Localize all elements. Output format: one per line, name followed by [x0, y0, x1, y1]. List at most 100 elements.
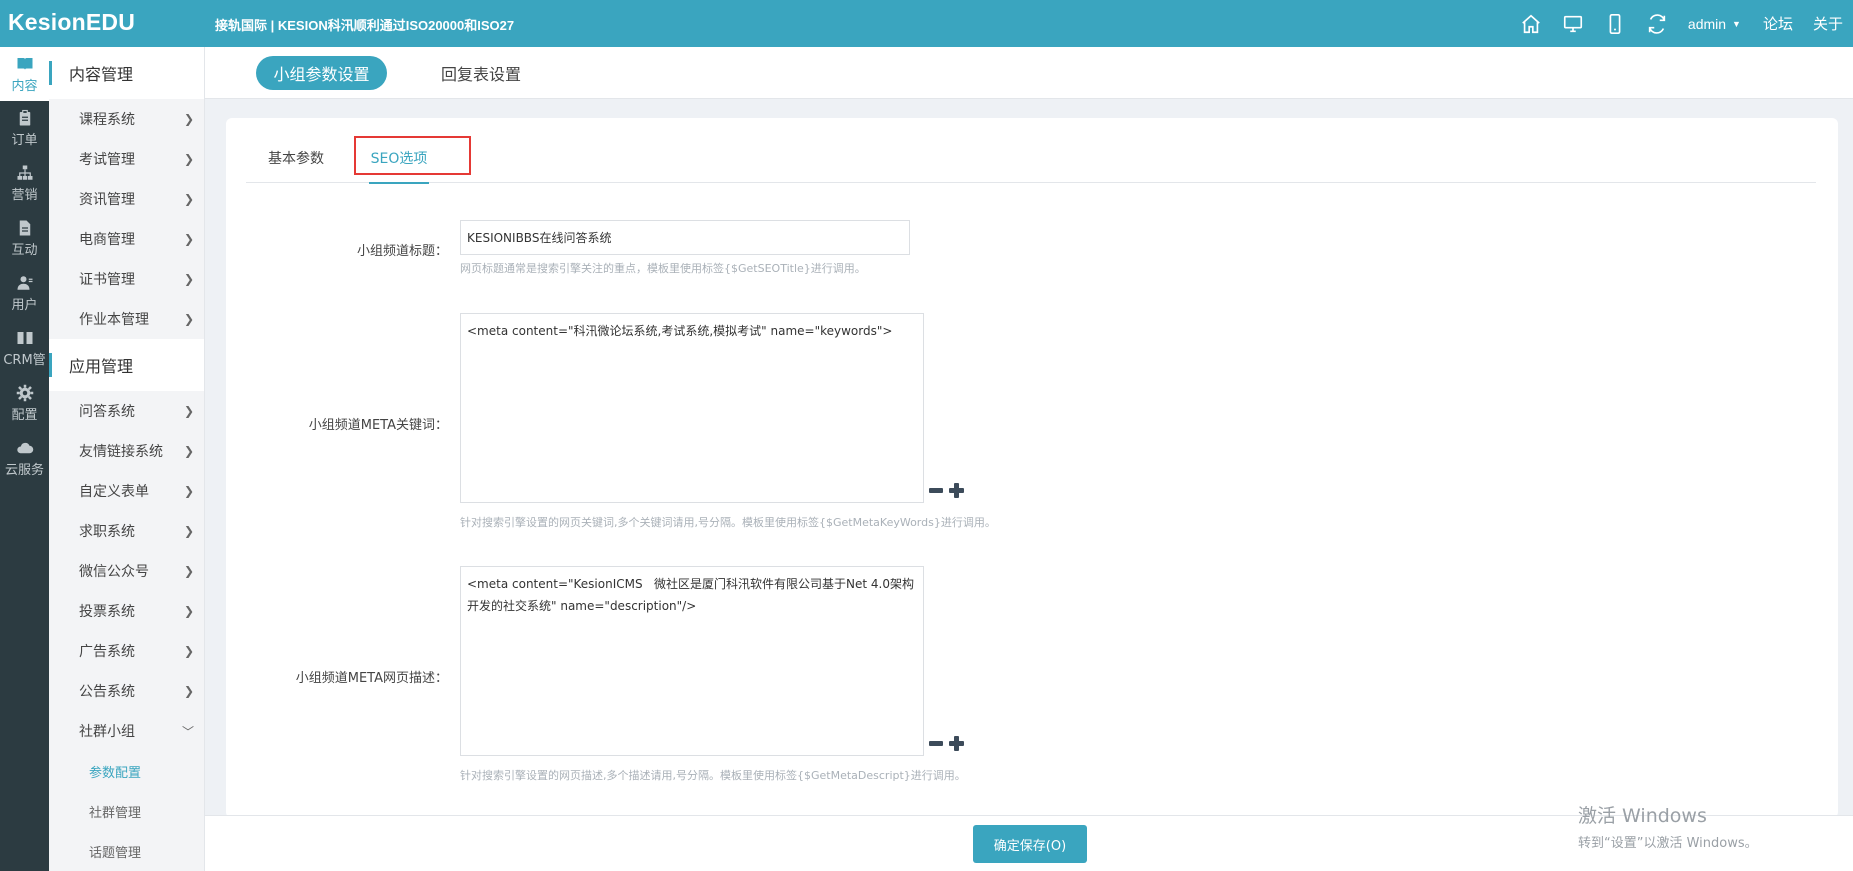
sidebar-item-label: 微信公众号: [79, 564, 149, 580]
chevron-right-icon: ❯: [183, 152, 194, 166]
rail-label: 营销: [11, 188, 38, 203]
chevron-right-icon: ❯: [183, 312, 194, 326]
inner-tabs: 基本参数 SEO选项: [246, 133, 1816, 184]
chevron-right-icon: ❯: [183, 192, 194, 206]
sidebar-item-ads[interactable]: 广告系统 ❯: [49, 631, 204, 671]
sidebar-item-jobs[interactable]: 求职系统 ❯: [49, 511, 204, 551]
shrink-textarea-icon[interactable]: [929, 741, 943, 746]
expand-textarea-icon[interactable]: [949, 483, 964, 498]
sidebar-item-qa[interactable]: 问答系统 ❯: [49, 391, 204, 431]
sidebar-subitem-topic-manage[interactable]: 话题管理: [49, 831, 204, 871]
rail-item-cloud[interactable]: 云服务: [0, 431, 49, 486]
chevron-right-icon: ❯: [183, 484, 194, 498]
sidebar-item-label: 投票系统: [79, 604, 135, 620]
sidebar-item-label: 资讯管理: [79, 192, 135, 208]
refresh-icon[interactable]: [1636, 0, 1678, 47]
user-icon: [17, 276, 32, 290]
sidebar-item-vote[interactable]: 投票系统 ❯: [49, 591, 204, 631]
sidebar-subitem-community-manage[interactable]: 社群管理: [49, 791, 204, 831]
home-icon[interactable]: [1510, 0, 1552, 47]
chevron-right-icon: ❯: [183, 524, 194, 538]
sidebar-item-community[interactable]: 社群小组 ﹀: [49, 711, 204, 751]
rail-label: 互动: [11, 243, 38, 258]
sidebar-item-notice[interactable]: 公告系统 ❯: [49, 671, 204, 711]
title-hint: 网页标题通常是搜索引擎关注的重点，模板里使用标签{$GetSEOTitle}进行…: [460, 262, 866, 275]
rail-item-content[interactable]: 内容: [0, 47, 49, 101]
sidebar-item-label: 求职系统: [79, 524, 135, 540]
mobile-icon[interactable]: [1594, 0, 1636, 47]
sidebar-subitem-params[interactable]: 参数配置: [49, 751, 204, 791]
desktop-icon[interactable]: [1552, 0, 1594, 47]
about-link[interactable]: 关于: [1803, 13, 1853, 34]
sidebar-item-custom-form[interactable]: 自定义表单 ❯: [49, 471, 204, 511]
announcement-marquee[interactable]: 接轨国际 | KESION科汛顺利通过ISO20000和ISO27: [215, 15, 515, 33]
rail-label: CRM管: [3, 353, 46, 368]
keywords-resize-controls: [929, 483, 964, 498]
rail-item-marketing[interactable]: 营销: [0, 156, 49, 211]
sidebar-item-ecommerce[interactable]: 电商管理 ❯: [49, 219, 204, 259]
secondary-sidebar: 内容管理 课程系统 ❯ 考试管理 ❯ 资讯管理 ❯ 电商管理 ❯ 证书管理 ❯ 作业本管理…: [49, 47, 205, 871]
cloud-icon: [16, 442, 33, 454]
sidebar-item-certificate[interactable]: 证书管理 ❯: [49, 259, 204, 299]
book-icon: [17, 57, 32, 70]
sidebar-item-wechat[interactable]: 微信公众号 ❯: [49, 551, 204, 591]
sidebar-item-exam[interactable]: 考试管理 ❯: [49, 139, 204, 179]
chevron-right-icon: ❯: [183, 112, 194, 126]
shrink-textarea-icon[interactable]: [929, 488, 943, 493]
sidebar-item-label: 作业本管理: [79, 312, 149, 328]
book-open-icon: [17, 332, 32, 344]
description-label: 小组频道META网页描述：: [295, 671, 448, 686]
brand-logo[interactable]: KesionEDU: [8, 9, 135, 36]
sidebar-item-label: 证书管理: [79, 272, 135, 288]
sidebar-item-label: 考试管理: [79, 152, 135, 168]
sidebar-item-label: 广告系统: [79, 644, 135, 660]
rail-label: 内容: [11, 78, 38, 94]
rail-label: 配置: [11, 408, 38, 423]
sidebar-item-label: 电商管理: [79, 232, 135, 248]
chevron-right-icon: ❯: [183, 604, 194, 618]
sitemap-icon: [17, 165, 32, 180]
watermark-line2: 转到“设置”以激活 Windows。: [1578, 836, 1758, 851]
chevron-right-icon: ❯: [183, 564, 194, 578]
title-label: 小组频道标题：: [356, 244, 448, 259]
sidebar-group-content-list: 课程系统 ❯ 考试管理 ❯ 资讯管理 ❯ 电商管理 ❯ 证书管理 ❯ 作业本管理 ❯: [49, 99, 204, 339]
rail-label: 云服务: [4, 463, 44, 478]
admin-user-menu[interactable]: admin ▼: [1678, 16, 1753, 32]
sidebar-item-label: 社群小组: [79, 724, 135, 740]
sidebar-group-content[interactable]: 内容管理: [49, 47, 204, 99]
rail-item-config[interactable]: 配置: [0, 376, 49, 431]
gear-icon: [16, 384, 33, 402]
sidebar-item-label: 课程系统: [79, 112, 135, 128]
rail-item-orders[interactable]: 订单: [0, 101, 49, 156]
rail-item-interaction[interactable]: 互动: [0, 211, 49, 266]
sidebar-item-label: 问答系统: [79, 404, 135, 420]
rail-item-crm[interactable]: CRM管: [0, 321, 49, 376]
tab-reply-table[interactable]: 回复表设置: [435, 56, 527, 90]
watermark-line1: 激活 Windows: [1578, 805, 1707, 827]
meta-keywords-textarea[interactable]: <meta content="科汛微论坛系统,考试系统,模拟考试" name="…: [460, 313, 924, 503]
save-button[interactable]: 确定保存(O): [973, 825, 1087, 863]
sidebar-item-links[interactable]: 友情链接系统 ❯: [49, 431, 204, 471]
tab-seo-options[interactable]: SEO选项: [357, 133, 441, 184]
main-nav-rail: 内容 订单 营销 互动 用户 CRM管 配置 云服务: [0, 47, 49, 871]
rail-label: 用户: [11, 298, 38, 313]
meta-description-textarea[interactable]: <meta content="KesionICMS 微社区是厦门科汛软件有限公司…: [460, 566, 924, 756]
chevron-right-icon: ❯: [183, 232, 194, 246]
tab-basic-params[interactable]: 基本参数: [268, 133, 324, 183]
expand-textarea-icon[interactable]: [949, 736, 964, 751]
sidebar-item-course[interactable]: 课程系统 ❯: [49, 99, 204, 139]
caret-down-icon: ▼: [1732, 18, 1741, 29]
rail-label: 订单: [11, 133, 38, 148]
chevron-right-icon: ❯: [183, 644, 194, 658]
forum-link[interactable]: 论坛: [1753, 13, 1803, 34]
top-bar: KesionEDU 接轨国际 | KESION科汛顺利通过ISO20000和IS…: [0, 0, 1853, 47]
sidebar-group-apps[interactable]: 应用管理: [49, 339, 204, 391]
channel-title-input[interactable]: [460, 220, 910, 255]
sidebar-item-homework[interactable]: 作业本管理 ❯: [49, 299, 204, 339]
chevron-down-icon: ﹀: [181, 724, 194, 739]
tab-group-params[interactable]: 小组参数设置: [256, 56, 387, 90]
rail-item-users[interactable]: 用户: [0, 266, 49, 321]
description-hint: 针对搜索引擎设置的网页描述,多个描述请用,号分隔。模板里使用标签{$GetMet…: [460, 769, 966, 782]
sidebar-item-news[interactable]: 资讯管理 ❯: [49, 179, 204, 219]
sidebar-item-label: 公告系统: [79, 684, 135, 700]
